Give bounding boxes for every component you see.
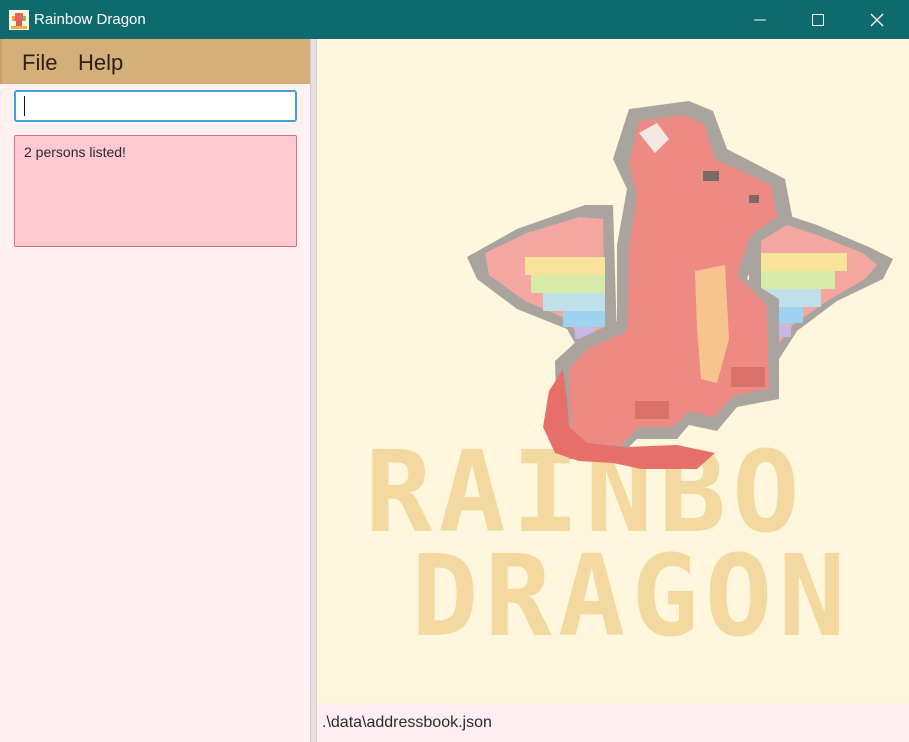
- command-input[interactable]: [14, 90, 297, 122]
- maximize-icon: [812, 13, 824, 26]
- result-display: 2 persons listed!: [14, 135, 297, 247]
- minimize-icon: [754, 19, 766, 20]
- minimize-button[interactable]: [731, 0, 789, 39]
- menu-bar: File Help: [0, 39, 310, 84]
- close-icon: [870, 13, 884, 26]
- status-bar: .\data\addressbook.json: [317, 703, 909, 742]
- result-message: 2 persons listed!: [24, 144, 126, 160]
- split-pane-divider[interactable]: [310, 39, 317, 742]
- app-icon: [9, 10, 29, 30]
- window-title: Rainbow Dragon: [34, 11, 146, 28]
- menu-file[interactable]: File: [22, 50, 57, 76]
- menu-help[interactable]: Help: [78, 50, 123, 76]
- logo-text-line2: DRAGON: [411, 532, 852, 662]
- close-button[interactable]: [848, 0, 906, 39]
- left-panel: File Help 2 persons listed!: [0, 39, 310, 742]
- main-display: RAINBO DRAGON: [317, 39, 909, 703]
- text-cursor: [24, 96, 25, 116]
- maximize-button[interactable]: [789, 0, 847, 39]
- save-location: .\data\addressbook.json: [322, 714, 492, 731]
- title-bar: Rainbow Dragon: [0, 0, 909, 39]
- rainbow-dragon-logo: RAINBO DRAGON: [365, 101, 893, 662]
